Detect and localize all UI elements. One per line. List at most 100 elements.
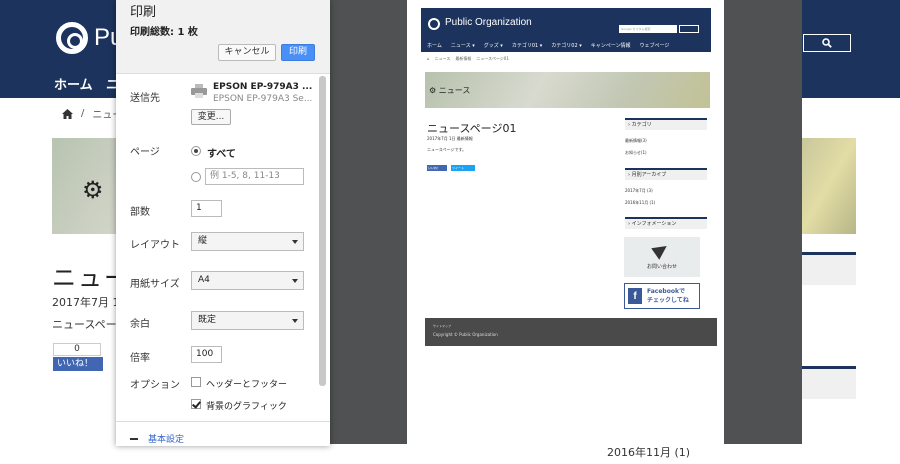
copies-input[interactable]: 1: [191, 200, 222, 217]
preview-search-button: [679, 25, 699, 33]
preview-sidebar-item: お知らせ(1): [625, 150, 647, 155]
layout-value: 縦: [198, 236, 208, 246]
preview-sidebar-item: 最新情報(3): [625, 138, 647, 143]
preview-logo-icon: [428, 18, 440, 30]
preview-home-icon: ⌂: [427, 56, 430, 61]
pages-label: ページ: [130, 147, 160, 158]
print-button[interactable]: 印刷: [281, 44, 315, 61]
breadcrumb: / ニュー: [62, 106, 122, 121]
post-date: 2017年7月 1: [52, 296, 120, 309]
options-label: オプション: [130, 380, 180, 391]
chevron-down-icon: [292, 240, 298, 244]
preview-sidebar-info-head: › インフォメーション: [625, 217, 707, 229]
like-label: いいね！: [57, 359, 94, 369]
preview-footer: サイトマップ Copyright © Public Organization: [425, 318, 717, 346]
preview-breadcrumb-item: 最新情報: [455, 56, 472, 61]
breadcrumb-separator: /: [81, 108, 85, 119]
headers-footers-checkbox[interactable]: [191, 377, 201, 387]
preview-nav-item: キャンペーン情報: [590, 43, 631, 49]
dialog-scrollbar[interactable]: [319, 76, 326, 386]
layout-select[interactable]: 縦: [191, 232, 304, 251]
preview-breadcrumb-item: ニュースページ01: [476, 56, 509, 61]
post-body: ニュースペー: [52, 318, 117, 331]
facebook-line-2: チェックしてね: [647, 297, 689, 304]
basic-settings-label: 基本設定: [148, 435, 185, 445]
dialog-top: 印刷 印刷総数: 1 枚 キャンセル 印刷: [116, 0, 330, 74]
preview-nav-item: ニュース ▾: [450, 43, 475, 49]
preview-date: 2017年7月 1日 最新情報: [427, 136, 473, 141]
preview-nav: ホーム ニュース ▾ グッズ ▾ カテゴリ01 ▾ カテゴリ02 ▾ キャンペー…: [427, 42, 669, 49]
paper-size-value: A4: [198, 275, 210, 285]
print-dialog: 印刷 印刷総数: 1 枚 キャンセル 印刷 送信先 EPSON EP-979A3…: [116, 0, 330, 446]
preview-sidebar-item: 2017年7月 (3): [625, 188, 653, 193]
preview-logo-text: Public Organization: [445, 17, 532, 28]
site-logo-icon: [56, 22, 88, 54]
hero-image-right: [800, 138, 856, 234]
pages-range-input[interactable]: 例 1-5, 8, 11-13: [205, 168, 304, 185]
nav-home[interactable]: ホーム: [54, 74, 93, 93]
scale-label: 倍率: [130, 353, 150, 364]
preview-sidebar-archive-head: › 月別アーカイブ: [625, 168, 707, 180]
sidebar-box: [800, 369, 856, 399]
headers-footers-label: ヘッダーとフッター: [206, 380, 288, 390]
pages-range-radio[interactable]: [191, 172, 201, 182]
preview-tweet-button: ツイート: [451, 165, 475, 171]
minus-icon: [130, 437, 138, 440]
preview-facebook-text: Facebookで チェックしてね: [647, 287, 689, 305]
preview-sidebar-item: 2016年11月 (1): [625, 200, 656, 205]
preview-footer-copyright: Copyright © Public Organization: [433, 332, 498, 337]
like-count: 0: [53, 343, 101, 356]
preview-footer-sitemap: サイトマップ: [433, 324, 452, 328]
home-icon[interactable]: [62, 108, 73, 119]
preview-breadcrumb-item: ニュース: [434, 56, 451, 61]
copies-label: 部数: [130, 207, 150, 218]
gear-icon: ⚙: [82, 176, 104, 204]
search-icon: [822, 38, 832, 48]
preview-contact-label: お問い合わせ: [646, 264, 677, 270]
dialog-divider: [116, 421, 330, 422]
chevron-down-icon: [292, 319, 298, 323]
preview-nav-item: グッズ ▾: [483, 43, 503, 49]
sidebar-box: [800, 255, 856, 285]
facebook-icon: f: [628, 288, 642, 304]
paper-plane-icon: [651, 240, 671, 260]
destination-label: 送信先: [130, 93, 160, 104]
preview-hero-label: ニュース: [438, 86, 471, 95]
paper-size-label: 用紙サイズ: [130, 279, 180, 290]
preview-like-button: いいね！: [427, 165, 447, 171]
printer-icon: [191, 84, 207, 98]
preview-facebook-banner: f Facebookで チェックしてね: [624, 283, 700, 309]
sheet-count: 印刷総数: 1 枚: [130, 27, 198, 38]
preview-nav-item: カテゴリ02 ▾: [551, 43, 582, 49]
preview-nav-item: カテゴリ01 ▾: [511, 43, 543, 49]
layout-label: レイアウト: [130, 240, 180, 251]
cancel-button[interactable]: キャンセル: [218, 44, 276, 61]
scale-input[interactable]: 100: [191, 346, 222, 363]
margins-value: 既定: [198, 315, 217, 325]
archive-item[interactable]: 2016年11月 (1): [607, 444, 690, 460]
pages-all-label: すべて: [207, 149, 236, 160]
dialog-title: 印刷: [130, 5, 157, 20]
preview-hero-text: ⚙ ニュース: [429, 86, 471, 95]
basic-settings-toggle[interactable]: 基本設定: [130, 432, 184, 445]
preview-title: ニュースページ01: [427, 122, 517, 135]
facebook-line-1: Facebookで: [647, 288, 685, 295]
preview-page: Public Organization Google カスタム検索 ホーム ニュ…: [407, 0, 724, 444]
preview-contact-box: お問い合わせ: [624, 237, 700, 277]
margins-label: 余白: [130, 319, 150, 330]
pages-all-radio[interactable]: [191, 146, 201, 156]
background-graphics-checkbox[interactable]: [191, 399, 201, 409]
search-button[interactable]: [803, 34, 851, 52]
like-button[interactable]: いいね！: [53, 357, 103, 371]
preview-header: Public Organization Google カスタム検索 ホーム ニュ…: [421, 8, 711, 52]
margins-select[interactable]: 既定: [191, 311, 304, 330]
change-destination-button[interactable]: 変更...: [191, 109, 231, 125]
preview-body: ニュースページです。: [427, 147, 467, 152]
printer-name: EPSON EP-979A3 ...: [213, 82, 313, 92]
chevron-down-icon: [292, 279, 298, 283]
printer-subtitle: EPSON EP-979A3 Se...: [213, 94, 313, 104]
preview-nav-item: ホーム: [427, 43, 442, 49]
paper-size-select[interactable]: A4: [191, 271, 304, 290]
preview-sidebar-category-head: › カテゴリ: [625, 118, 707, 130]
preview-breadcrumb: ⌂ ニュース 最新情報 ニュースページ01: [427, 56, 509, 62]
